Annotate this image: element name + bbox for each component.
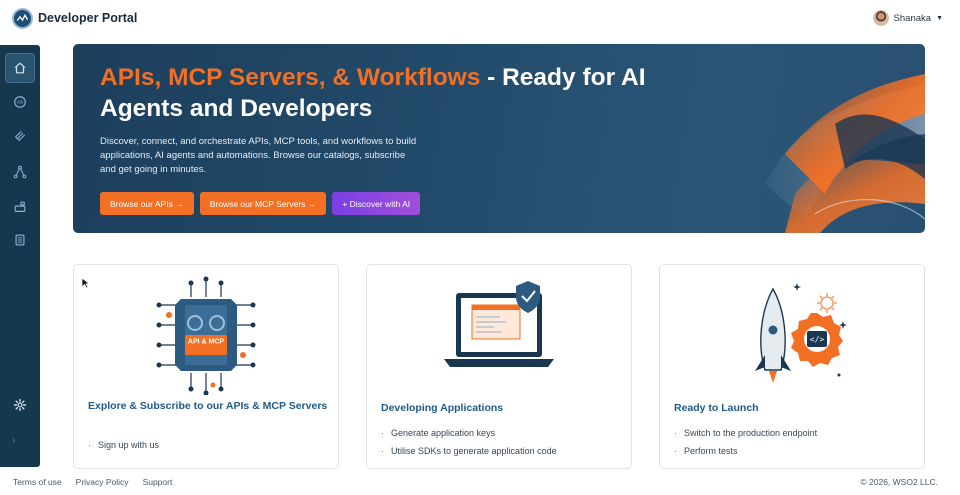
chevron-right-icon[interactable]: › [12,435,15,446]
footer-links: Terms of use Privacy Policy Support [13,477,172,487]
home-icon [14,62,26,74]
copyright-text: © 2026, WSO2 LLC. [860,477,938,487]
sidebar-item-applications[interactable] [5,192,35,222]
privacy-policy-link[interactable]: Privacy Policy [76,477,129,487]
terms-of-use-link[interactable]: Terms of use [13,477,62,487]
rocket-gear-illustration: </> [755,283,847,383]
documents-icon [15,234,25,246]
portal-logo[interactable] [12,8,33,29]
hero-ribbon-art [765,74,925,233]
sidebar-item-home[interactable] [5,53,35,83]
mcp-icon [15,131,25,141]
caret-down-icon: ▼ [936,14,943,22]
ready-to-launch-card-list: Switch to the production endpoint Perfor… [674,424,817,460]
footer: Terms of use Privacy Policy Support © 20… [0,470,960,495]
brand-title[interactable]: Developer Portal [38,11,137,25]
list-item: Utilise SDKs to generate application cod… [381,442,557,460]
hero-description: Discover, connect, and orchestrate APIs,… [100,136,417,175]
sidebar-item-documents[interactable] [5,225,35,255]
avatar [872,10,889,26]
svg-text:API: API [17,100,23,105]
sidebar-item-workflows[interactable] [5,157,35,187]
support-link[interactable]: Support [143,477,173,487]
list-item: Switch to the production endpoint [674,424,817,442]
hero-title-accent: APIs, MCP Servers, & Workflows [100,64,481,91]
hero-actions: Browse our APIs → Browse our MCP Servers… [100,192,421,215]
explore-card: API & MCP Explore & Subscribe to our API… [73,264,339,469]
chip-badge-text: API & MCP [188,339,225,346]
developing-applications-card-title: Developing Applications [381,402,504,414]
workflow-icon [13,165,27,179]
list-item: Generate application keys [381,424,557,442]
hero-banner: APIs, MCP Servers, & Workflows - Ready f… [73,44,925,233]
ready-to-launch-card-title: Ready to Launch [674,402,759,414]
sidebar-item-mcp-servers[interactable] [5,121,35,151]
discover-with-ai-button[interactable]: + Discover with AI [332,192,421,215]
ready-to-launch-card: </> Ready to Launch Switch to the produc… [659,264,925,469]
browse-mcp-servers-button[interactable]: Browse our MCP Servers → [199,192,327,215]
mouse-cursor-icon [81,277,91,289]
api-mcp-chip-illustration: API & MCP [156,276,256,395]
list-item: Sign up with us [88,436,159,454]
browse-apis-button[interactable]: Browse our APIs → [100,192,194,215]
sidebar-item-settings[interactable] [5,390,35,420]
laptop-shield-illustration [444,281,554,367]
hero-title: APIs, MCP Servers, & Workflows - Ready f… [100,62,700,124]
top-bar: Developer Portal Shanaka ▼ [0,0,960,38]
user-menu[interactable]: Shanaka ▼ [872,10,943,26]
developing-applications-card: Developing Applications Generate applica… [366,264,632,469]
explore-card-title: Explore & Subscribe to our APIs & MCP Se… [88,400,328,412]
list-item: Perform tests [674,442,817,460]
gear-icon [13,398,27,412]
applications-icon [14,201,26,212]
explore-card-list: Sign up with us [88,436,159,454]
developing-applications-card-list: Generate application keys Utilise SDKs t… [381,424,557,460]
sidebar-item-apis[interactable]: API [5,87,35,117]
user-name: Shanaka [893,12,932,24]
left-sidebar: API › [0,45,40,467]
api-icon: API [14,96,26,108]
svg-text:</>: </> [810,335,825,344]
